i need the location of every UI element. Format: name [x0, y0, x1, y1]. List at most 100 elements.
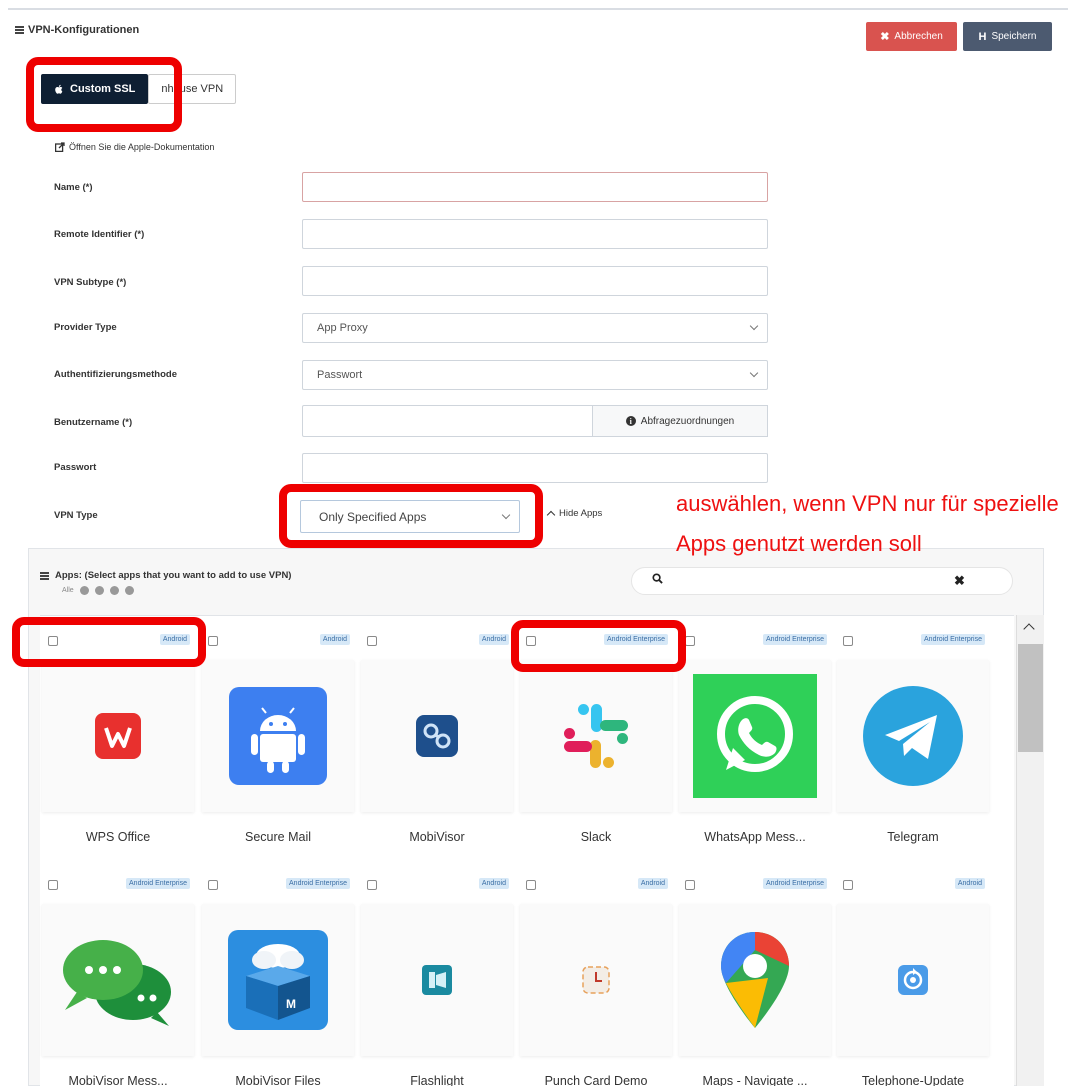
tab-custom-ssl[interactable]: Custom SSL [41, 74, 149, 104]
auth-method-select[interactable]: Passwort [302, 360, 768, 390]
app-name: WPS Office [85, 830, 151, 844]
app-name: Punch Card Demo [544, 1074, 648, 1086]
remote-identifier-field[interactable] [302, 219, 768, 249]
whatsapp-icon [693, 674, 817, 798]
app-card-mobivisor-files[interactable]: Android Enterprise M MobiVisor Files [202, 876, 354, 1086]
app-checkbox[interactable] [48, 636, 58, 646]
app-checkbox[interactable] [526, 636, 536, 646]
list-icon [40, 571, 49, 580]
name-label: Name (*) [54, 182, 93, 193]
android-enterprise-filter-icon[interactable] [94, 586, 104, 595]
vpn-subtype-field[interactable] [302, 266, 768, 296]
remote-identifier-label: Remote Identifier (*) [54, 229, 145, 240]
app-name: Flashlight [410, 1074, 464, 1086]
chevron-down-icon [749, 321, 759, 331]
hide-apps-toggle[interactable]: Hide Apps [546, 508, 602, 520]
save-button[interactable]: H Speichern [963, 22, 1052, 51]
chevron-down-icon [749, 368, 759, 378]
app-card-slack[interactable]: Android Enterprise Slack [520, 632, 672, 854]
app-name: MobiVisor Files [235, 1074, 321, 1086]
page-title: VPN-Konfigurationen [15, 24, 139, 36]
platform-badge: Android [478, 878, 509, 889]
app-card-punch-card-demo[interactable]: Android Punch Card Demo [520, 876, 672, 1086]
cloud-box-icon: M [228, 930, 328, 1030]
query-mapping-button[interactable]: i Abfragezuordnungen [592, 405, 768, 437]
app-checkbox[interactable] [208, 636, 218, 646]
platform-badge: Android [478, 634, 509, 645]
app-card-whatsapp[interactable]: Android Enterprise WhatsApp Mess... [679, 632, 831, 854]
apple-icon [55, 84, 63, 94]
app-name: WhatsApp Mess... [704, 830, 806, 844]
app-checkbox[interactable] [685, 636, 695, 646]
app-checkbox[interactable] [367, 880, 377, 890]
apple-filter-icon[interactable] [109, 586, 119, 595]
telegram-icon [863, 686, 963, 786]
app-checkbox[interactable] [843, 636, 853, 646]
cancel-button[interactable]: ✖ Abbrechen [866, 22, 957, 51]
vpn-subtype-label: VPN Subtype (*) [54, 277, 127, 288]
slack-icon [564, 704, 628, 768]
app-card-wps-office[interactable]: Android WPS Office [42, 632, 194, 854]
app-card-telegram[interactable]: Android Enterprise Telegram [837, 632, 989, 854]
app-checkbox[interactable] [843, 880, 853, 890]
platform-badge: Android Enterprise [604, 634, 668, 645]
vpn-tabs: Custom SSL nhouse VPN [41, 74, 237, 104]
android-filter-icon[interactable] [79, 586, 89, 595]
app-card-flashlight[interactable]: Android Flashlight [361, 876, 513, 1086]
update-icon [898, 965, 928, 995]
password-label: Passwort [54, 462, 97, 473]
name-field[interactable] [302, 172, 768, 202]
app-name: Slack [580, 830, 612, 844]
clear-search-icon[interactable]: ✖ [954, 573, 965, 589]
list-icon [15, 26, 24, 34]
platform-badge: Android [954, 878, 985, 889]
app-card-maps[interactable]: Android Enterprise Maps - Navigate ... [679, 876, 831, 1086]
app-card-mobivisor-messenger[interactable]: Android Enterprise MobiVisor Mess... [42, 876, 194, 1086]
apple-doc-link[interactable]: Öffnen Sie die Apple-Dokumentation [55, 142, 214, 152]
apple-enterprise-filter-icon[interactable] [124, 586, 134, 595]
provider-type-select[interactable]: App Proxy [302, 313, 768, 343]
app-card-secure-mail[interactable]: Android Secure Mail [202, 632, 354, 854]
app-checkbox[interactable] [208, 880, 218, 890]
maps-pin-icon [721, 932, 789, 1028]
platform-filters: Alle [62, 586, 134, 595]
platform-badge: Android Enterprise [286, 878, 350, 889]
apps-title: Apps: (Select apps that you want to add … [40, 570, 291, 581]
filter-all[interactable]: Alle [62, 587, 74, 594]
info-icon: i [625, 416, 636, 426]
svg-text:M: M [286, 997, 296, 1011]
platform-badge: Android [319, 634, 350, 645]
app-checkbox[interactable] [367, 636, 377, 646]
vpn-type-label: VPN Type [54, 510, 98, 521]
app-name: Maps - Navigate ... [702, 1074, 808, 1086]
platform-badge: Android Enterprise [763, 634, 827, 645]
app-checkbox[interactable] [526, 880, 536, 890]
save-icon: H [978, 30, 987, 43]
top-divider [8, 8, 1068, 10]
platform-badge: Android [159, 634, 190, 645]
clock-icon [582, 966, 610, 994]
flashlight-icon [422, 965, 452, 995]
android-robot-icon [229, 687, 327, 785]
app-name: MobiVisor [409, 830, 465, 844]
wps-office-icon [95, 713, 141, 759]
chat-bubbles-icon [63, 940, 171, 1026]
platform-badge: Android Enterprise [763, 878, 827, 889]
app-card-telephone-update[interactable]: Android Telephone-Update [837, 876, 989, 1086]
chevron-up-icon [546, 510, 556, 520]
password-field[interactable] [302, 453, 768, 483]
provider-type-label: Provider Type [54, 322, 117, 333]
platform-badge: Android Enterprise [126, 878, 190, 889]
app-card-mobivisor[interactable]: Android MobiVisor [361, 632, 513, 854]
app-name: Telephone-Update [861, 1074, 965, 1086]
app-checkbox[interactable] [48, 880, 58, 890]
vpn-type-select[interactable]: Only Specified Apps [300, 500, 520, 533]
tab-inhouse-vpn[interactable]: nhouse VPN [148, 74, 237, 104]
close-icon: ✖ [880, 31, 890, 43]
mobivisor-icon [416, 715, 458, 757]
app-checkbox[interactable] [685, 880, 695, 890]
scroll-thumb[interactable] [1018, 644, 1043, 752]
auth-method-label: Authentifizierungsmethode [54, 369, 177, 380]
username-field[interactable] [302, 405, 594, 437]
username-label: Benutzername (*) [54, 417, 133, 428]
